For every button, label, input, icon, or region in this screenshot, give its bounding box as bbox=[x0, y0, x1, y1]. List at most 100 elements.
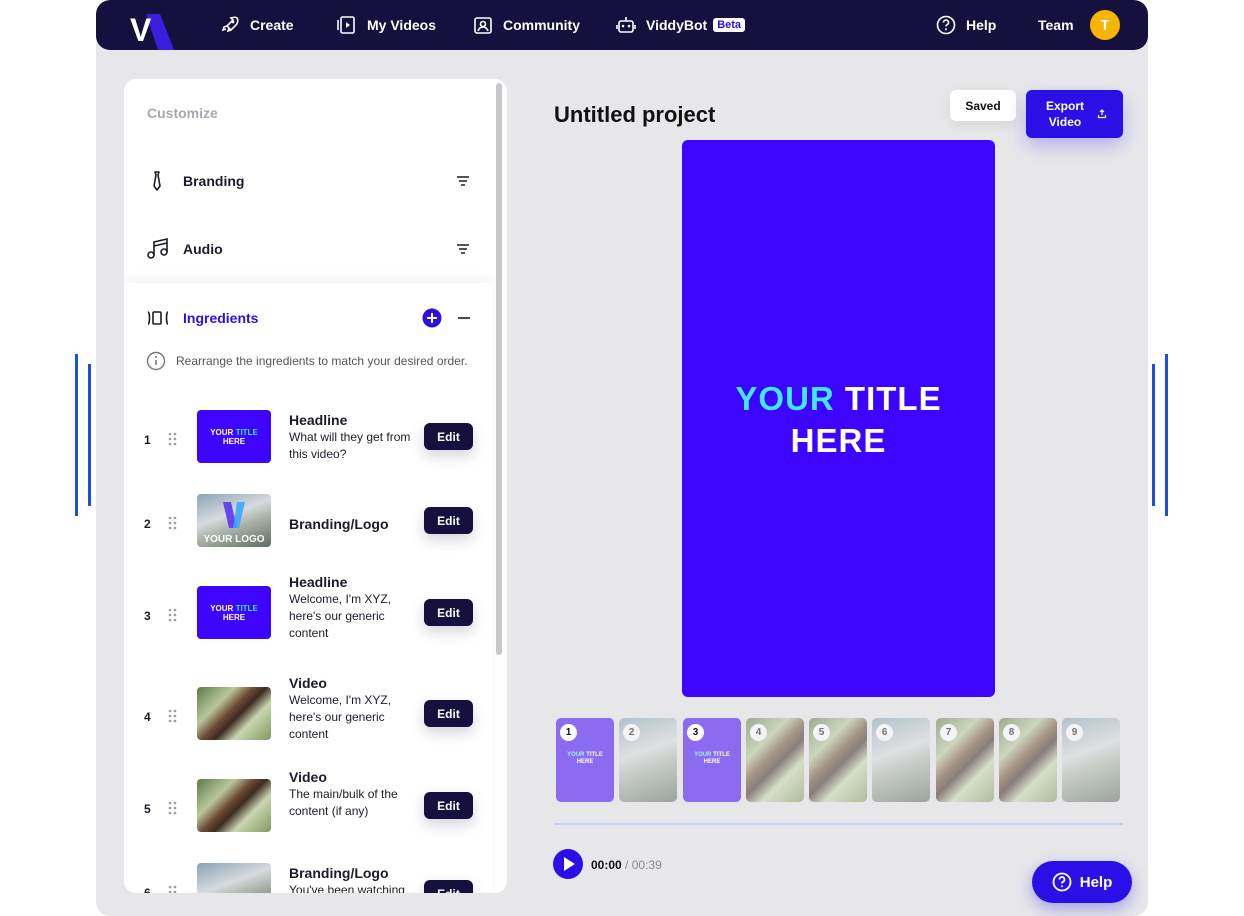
upload-icon bbox=[1097, 109, 1107, 119]
timeline-frame[interactable]: 1 YOUR TITLE HERE bbox=[556, 718, 614, 802]
nav-team-label: Team bbox=[1038, 17, 1074, 33]
tie-icon bbox=[153, 171, 161, 191]
preview-title-word-3: HERE bbox=[790, 422, 887, 459]
help-circle-icon bbox=[1052, 872, 1072, 892]
edit-button[interactable]: Edit bbox=[424, 423, 473, 450]
play-icon bbox=[564, 857, 575, 871]
timeline-frame[interactable]: 4 bbox=[746, 718, 804, 802]
ingredient-item[interactable]: 2 YOUR LOGO Branding/Logo Edit bbox=[124, 484, 492, 564]
user-avatar[interactable]: T bbox=[1090, 10, 1120, 40]
section-branding[interactable]: Branding bbox=[124, 153, 492, 209]
frame-number: 8 bbox=[1003, 724, 1020, 741]
nav-my-videos[interactable]: My Videos bbox=[337, 0, 436, 50]
add-ingredient-icon[interactable] bbox=[422, 308, 442, 328]
playback-time: 00:00 / 00:39 bbox=[591, 858, 662, 872]
frame-title-text: YOUR TITLE HERE bbox=[694, 752, 730, 765]
ingredient-number: 3 bbox=[144, 609, 151, 623]
frame-number: 3 bbox=[687, 724, 704, 741]
edit-button[interactable]: Edit bbox=[424, 880, 473, 893]
ingredient-desc: Welcome, I'm XYZ, here's our generic con… bbox=[289, 693, 392, 741]
drag-handle-icon[interactable] bbox=[168, 709, 177, 723]
ingredient-name: Branding/Logo bbox=[289, 516, 389, 532]
drag-handle-icon[interactable] bbox=[168, 516, 177, 530]
frame-number: 1 bbox=[560, 724, 577, 741]
viddyoze-logo[interactable]: V bbox=[126, 8, 176, 50]
help-fab-button[interactable]: Help bbox=[1032, 861, 1132, 903]
nav-my-videos-label: My Videos bbox=[367, 17, 436, 33]
timeline-frame[interactable]: 3 YOUR TITLE HERE bbox=[683, 718, 741, 802]
customize-title: Customize bbox=[147, 105, 218, 121]
section-audio-label: Audio bbox=[183, 241, 223, 257]
ingredient-item[interactable]: 1 YOUR TITLE HERE Headline What will they… bbox=[124, 400, 492, 480]
nav-help[interactable]: Help bbox=[936, 0, 996, 50]
timeline-frame[interactable]: 2 bbox=[619, 718, 677, 802]
project-title[interactable]: Untitled project bbox=[554, 102, 715, 128]
music-note-icon bbox=[147, 237, 168, 259]
video-file-icon bbox=[337, 16, 355, 34]
timeline-strip: 1 YOUR TITLE HERE 2 3 YOUR TITLE HERE 4 5 … bbox=[556, 718, 1126, 802]
time-total: / 00:39 bbox=[625, 858, 662, 872]
section-ingredients[interactable]: Ingredients bbox=[124, 290, 492, 346]
ingredient-desc: Welcome, I'm XYZ, here's our generic con… bbox=[289, 592, 392, 640]
ingredient-number: 6 bbox=[144, 886, 151, 893]
frame-number: 4 bbox=[750, 724, 767, 741]
panel-scrollbar[interactable] bbox=[496, 83, 502, 655]
export-video-button[interactable]: Export Video bbox=[1026, 90, 1123, 138]
help-circle-icon bbox=[936, 15, 956, 35]
play-button[interactable] bbox=[553, 849, 583, 879]
customize-panel: Customize Branding Audio Ingredients Rea… bbox=[124, 79, 507, 893]
ingredient-item[interactable]: 6 Branding/Logo You've been watching Edi… bbox=[124, 853, 492, 893]
nav-viddybot[interactable]: ViddyBot Beta bbox=[616, 0, 746, 50]
decor-line bbox=[88, 364, 91, 506]
filter-icon[interactable] bbox=[456, 244, 470, 254]
collapse-icon[interactable] bbox=[457, 311, 471, 325]
timeline-frame[interactable]: 8 bbox=[999, 718, 1057, 802]
help-fab-label: Help bbox=[1079, 873, 1113, 891]
decor-line bbox=[1152, 364, 1155, 506]
frame-number: 6 bbox=[876, 724, 893, 741]
ingredient-name: Branding/Logo bbox=[289, 865, 389, 881]
ingredient-item[interactable]: 5 Video The main/bulk of the content (if… bbox=[124, 769, 492, 849]
playback-progress-bar[interactable] bbox=[554, 823, 1123, 825]
drag-handle-icon[interactable] bbox=[168, 885, 177, 893]
saved-button[interactable]: Saved bbox=[950, 90, 1016, 121]
ingredient-number: 5 bbox=[144, 802, 151, 816]
section-audio[interactable]: Audio bbox=[124, 221, 492, 277]
drag-handle-icon[interactable] bbox=[168, 608, 177, 622]
section-ingredients-label: Ingredients bbox=[183, 310, 259, 326]
nav-team[interactable]: Team bbox=[1038, 0, 1074, 50]
ingredient-item[interactable]: 4 Video Welcome, I'm XYZ, here's our gen… bbox=[124, 675, 492, 757]
ingredient-desc: You've been watching bbox=[289, 883, 405, 893]
ingredient-thumbnail: YOUR LOGO bbox=[197, 494, 271, 547]
video-preview[interactable]: YOUR TITLE HERE bbox=[682, 140, 995, 697]
robot-icon bbox=[616, 17, 636, 33]
edit-button[interactable]: Edit bbox=[424, 599, 473, 626]
section-branding-label: Branding bbox=[183, 173, 245, 189]
nav-community[interactable]: Community bbox=[473, 0, 580, 50]
export-label: Export Video bbox=[1045, 99, 1084, 129]
svg-text:V: V bbox=[130, 12, 152, 48]
timeline-frame[interactable]: 6 bbox=[872, 718, 930, 802]
timeline-frame[interactable]: 9 bbox=[1062, 718, 1120, 802]
ingredient-thumbnail: YOUR TITLE HERE bbox=[197, 410, 271, 463]
timeline-frame[interactable]: 7 bbox=[936, 718, 994, 802]
frame-number: 7 bbox=[940, 724, 957, 741]
nav-create[interactable]: Create bbox=[220, 0, 294, 50]
edit-button[interactable]: Edit bbox=[424, 700, 473, 727]
frame-number: 5 bbox=[813, 724, 830, 741]
edit-button[interactable]: Edit bbox=[424, 507, 473, 534]
timeline-frame[interactable]: 5 bbox=[809, 718, 867, 802]
filter-icon[interactable] bbox=[456, 176, 470, 186]
edit-button[interactable]: Edit bbox=[424, 792, 473, 819]
ingredient-number: 1 bbox=[144, 433, 151, 447]
ingredients-hint-text: Rearrange the ingredients to match your … bbox=[176, 354, 468, 368]
ingredient-name: Headline bbox=[289, 412, 348, 428]
drag-handle-icon[interactable] bbox=[168, 801, 177, 815]
ingredient-item[interactable]: 3 YOUR TITLE HERE Headline Welcome, I'm X… bbox=[124, 574, 492, 656]
nav-viddybot-label: ViddyBot bbox=[646, 17, 708, 33]
ingredients-hint: Rearrange the ingredients to match your … bbox=[146, 351, 468, 371]
info-icon bbox=[146, 351, 166, 371]
drag-handle-icon[interactable] bbox=[168, 432, 177, 446]
time-current: 00:00 bbox=[591, 858, 622, 872]
preview-title: YOUR TITLE HERE bbox=[682, 378, 995, 462]
